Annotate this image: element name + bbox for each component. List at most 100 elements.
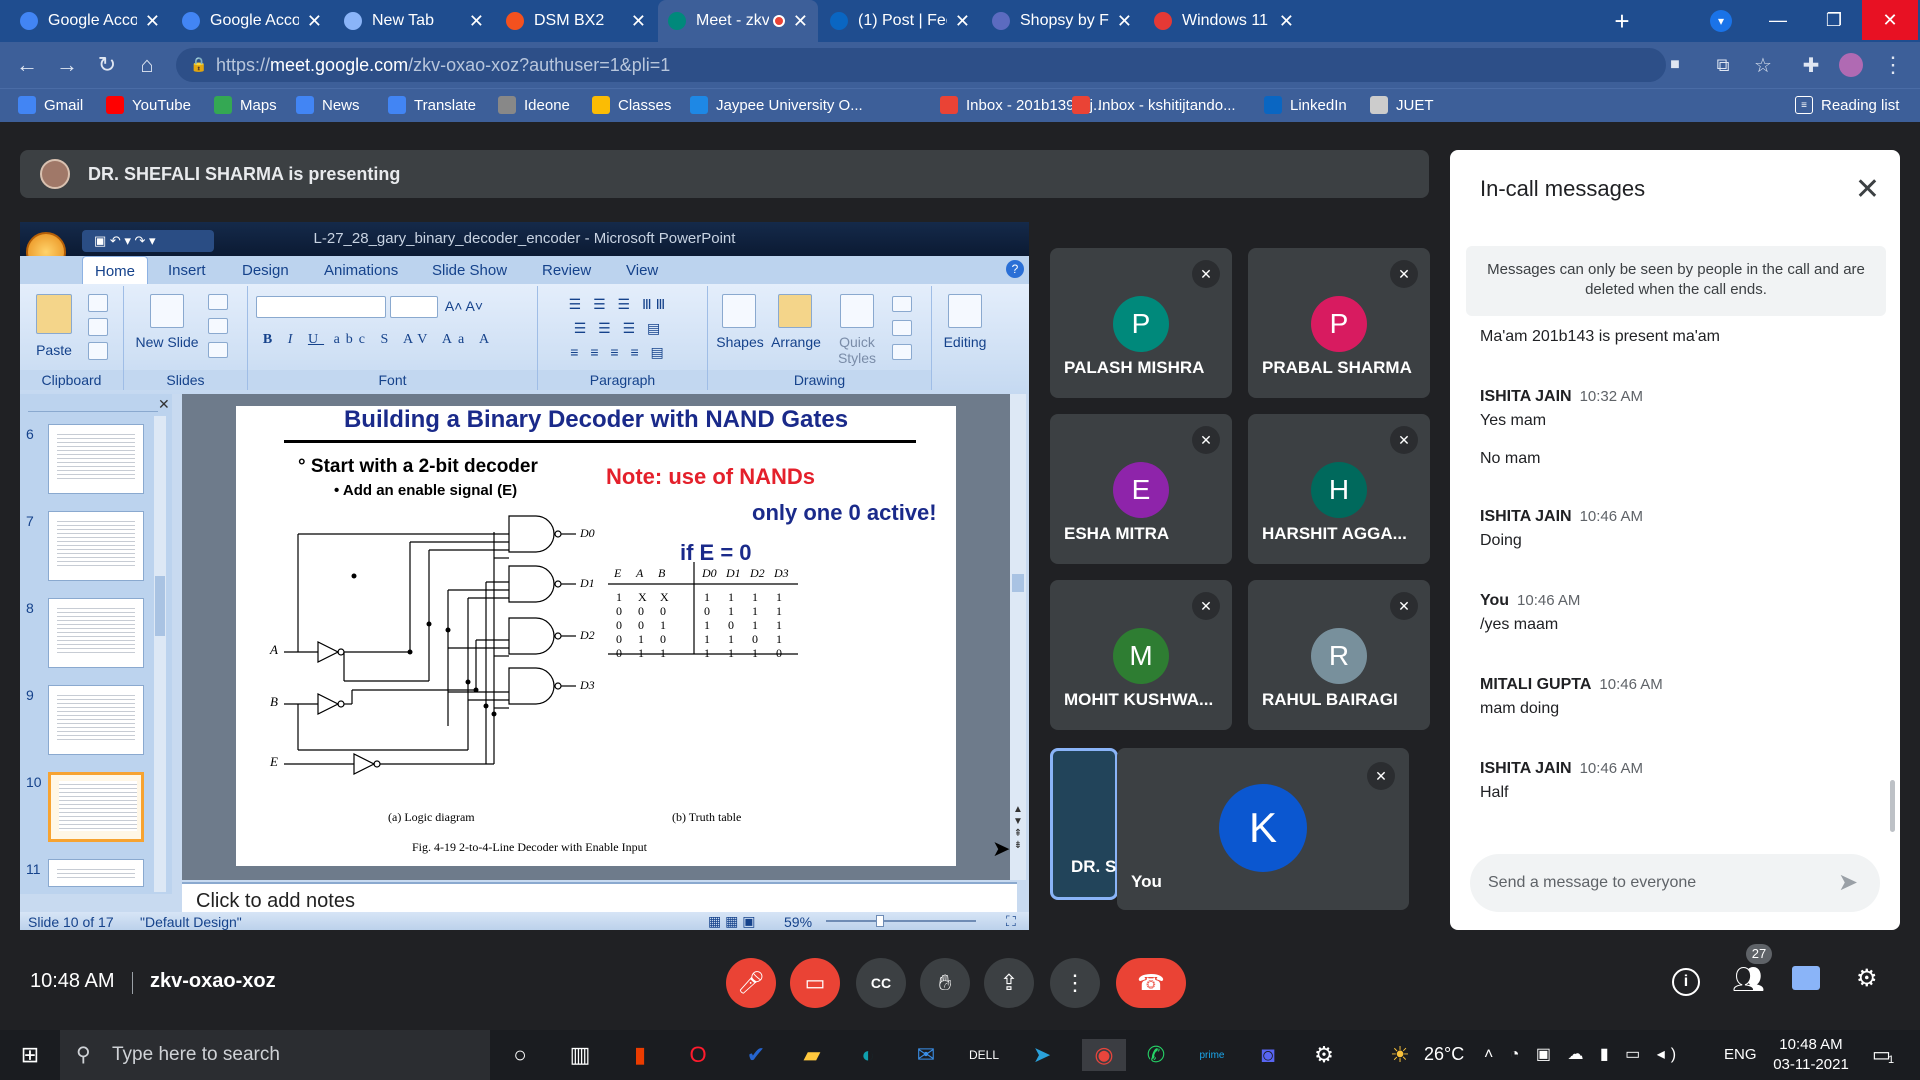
you-tile[interactable]: K You ✕: [1117, 748, 1409, 910]
raise-hand-button[interactable]: ✋︎: [920, 958, 970, 1008]
meeting-details-icon[interactable]: i: [1672, 968, 1700, 996]
reading-list-button[interactable]: ≡ Reading list: [1795, 96, 1899, 114]
telegram-icon[interactable]: ➤: [1026, 1039, 1058, 1071]
new-slide-icon[interactable]: [150, 294, 184, 328]
find-icon[interactable]: [948, 294, 982, 328]
shape-fill-icon[interactable]: [892, 296, 912, 312]
slide-thumbnail[interactable]: [48, 772, 144, 842]
browser-tab-2[interactable]: New Tab ✕: [334, 0, 494, 42]
browser-tab-0[interactable]: Google Account ✕: [10, 0, 170, 42]
browser-tab-7[interactable]: Windows 11 Spec ✕: [1144, 0, 1304, 42]
editing-button[interactable]: Editing: [932, 334, 998, 350]
font-name-select[interactable]: [256, 296, 386, 318]
slide-thumbnail[interactable]: [48, 598, 144, 668]
participant-tile[interactable]: E ESHA MITRA ✕: [1050, 414, 1232, 564]
open-in-window-icon[interactable]: ⧉: [1708, 50, 1738, 80]
task-view-icon[interactable]: ▥: [564, 1039, 596, 1071]
bookmark-star-icon[interactable]: ☆: [1748, 50, 1778, 80]
cut-icon[interactable]: [88, 294, 108, 312]
edge-icon[interactable]: ◐: [852, 1039, 884, 1071]
shape-effects-icon[interactable]: [892, 344, 912, 360]
zoom-slider[interactable]: [826, 920, 976, 922]
close-tab-icon[interactable]: ✕: [145, 11, 160, 32]
layout-icon[interactable]: [208, 294, 228, 310]
present-button[interactable]: ⇪: [984, 958, 1034, 1008]
chrome-icon[interactable]: ◉: [1082, 1039, 1126, 1071]
slide-thumbnail[interactable]: [48, 424, 144, 494]
thumbs-scrollbar[interactable]: [154, 416, 166, 892]
browser-tab-1[interactable]: Google Account ✕: [172, 0, 332, 42]
arrange-icon[interactable]: [778, 294, 812, 328]
close-pane-icon[interactable]: ✕: [158, 396, 170, 413]
ribbon-tab-home[interactable]: Home: [82, 256, 149, 284]
minimize-button[interactable]: —: [1750, 0, 1806, 40]
system-tray-icons[interactable]: ˄ ◔ ▣ ☁ ▮ ▭ ◂): [1484, 1044, 1682, 1064]
align-icon[interactable]: ≡ ≡ ≡ ≡ ▤: [544, 344, 694, 361]
fit-window-icon[interactable]: ⛶: [1006, 913, 1016, 930]
participant-tile[interactable]: H HARSHIT AGGA... ✕: [1248, 414, 1430, 564]
participant-tile[interactable]: M MOHIT KUSHWA... ✕: [1050, 580, 1232, 730]
ribbon-tab-design[interactable]: Design: [242, 262, 289, 279]
slide-thumbnail[interactable]: [48, 685, 144, 755]
participant-tile[interactable]: P PALASH MISHRA ✕: [1050, 248, 1232, 398]
bookmark-item[interactable]: Jaypee University O...: [690, 96, 863, 114]
bookmark-item[interactable]: Classes: [592, 96, 671, 114]
windows-start-icon[interactable]: ⊞: [14, 1039, 46, 1071]
office-icon[interactable]: ▮: [624, 1039, 656, 1071]
outline-tab[interactable]: [28, 398, 158, 412]
shapes-icon[interactable]: [722, 294, 756, 328]
slide-thumbnail[interactable]: [48, 859, 144, 887]
notes-field[interactable]: Click to add notes: [182, 882, 1017, 912]
discord-icon[interactable]: ◙: [1252, 1039, 1284, 1071]
ribbon-tab-insert[interactable]: Insert: [168, 262, 206, 279]
profile-avatar[interactable]: [1836, 50, 1866, 80]
slide[interactable]: Building a Binary Decoder with NAND Gate…: [236, 406, 956, 866]
close-tab-icon[interactable]: ✕: [1279, 11, 1294, 32]
close-tab-icon[interactable]: ✕: [793, 11, 808, 32]
weather-icon[interactable]: ☀: [1384, 1039, 1416, 1071]
more-options-button[interactable]: ⋮: [1050, 958, 1100, 1008]
presenter-tile[interactable]: DR. SI: [1050, 748, 1121, 900]
slide-scrollbar[interactable]: ▲ ▼ ⇞ ⇟: [1010, 394, 1026, 880]
view-buttons[interactable]: ▦ ▦ ▣: [708, 913, 755, 930]
close-window-button[interactable]: ✕: [1862, 0, 1918, 40]
bullets-icon[interactable]: ☰ ☰ ☰ ⅢⅢ: [544, 296, 694, 313]
ribbon-tab-animations[interactable]: Animations: [324, 262, 398, 279]
taskbar-search[interactable]: ⚲ Type here to search: [60, 1030, 490, 1080]
participant-tile[interactable]: P PRABAL SHARMA ✕: [1248, 248, 1430, 398]
ribbon-tab-slide-show[interactable]: Slide Show: [432, 262, 507, 279]
chat-icon[interactable]: [1792, 966, 1820, 990]
ribbon-tab-view[interactable]: View: [626, 262, 658, 279]
browser-tab-5[interactable]: (1) Post | Feed | Li ✕: [820, 0, 980, 42]
lock-icon[interactable]: 🔒: [190, 56, 207, 73]
bookmark-item[interactable]: YouTube: [106, 96, 191, 114]
arrange-button[interactable]: Arrange: [768, 334, 824, 350]
dell-icon[interactable]: DELL: [968, 1039, 1000, 1071]
home-icon[interactable]: ⌂: [132, 50, 162, 80]
todo-icon[interactable]: ✔: [740, 1039, 772, 1071]
paste-button[interactable]: Paste: [28, 342, 80, 358]
reset-icon[interactable]: [208, 318, 228, 334]
bookmark-item[interactable]: Maps: [214, 96, 277, 114]
ribbon-tab-review[interactable]: Review: [542, 262, 591, 279]
back-icon[interactable]: ←: [12, 50, 42, 80]
help-icon[interactable]: ?: [1006, 260, 1024, 278]
prime-video-icon[interactable]: prime: [1196, 1039, 1228, 1071]
bookmark-item[interactable]: Gmail: [18, 96, 83, 114]
menu-icon[interactable]: ⋮: [1878, 50, 1908, 80]
activities-icon[interactable]: ⚙: [1856, 964, 1878, 993]
cortana-icon[interactable]: ○: [504, 1039, 536, 1071]
close-tab-icon[interactable]: ✕: [1117, 11, 1132, 32]
font-format-buttons[interactable]: B I U abc S AV Aa A: [254, 332, 504, 348]
grow-font-icon[interactable]: A˄ A˅: [444, 298, 484, 314]
browser-tab-6[interactable]: Shopsy by Flipkar ✕: [982, 0, 1142, 42]
send-icon[interactable]: ➤: [1838, 868, 1858, 897]
restore-button[interactable]: ❐: [1806, 0, 1862, 40]
reload-icon[interactable]: ↻: [92, 50, 122, 80]
address-bar[interactable]: 🔒 https://meet.google.com/zkv-oxao-xoz?a…: [176, 48, 1666, 82]
captions-button[interactable]: CC: [856, 958, 906, 1008]
bookmark-item[interactable]: News: [296, 96, 360, 114]
camera-toggle-button[interactable]: ▭: [790, 958, 840, 1008]
new-slide-button[interactable]: New Slide: [134, 334, 200, 350]
delete-slide-icon[interactable]: [208, 342, 228, 358]
